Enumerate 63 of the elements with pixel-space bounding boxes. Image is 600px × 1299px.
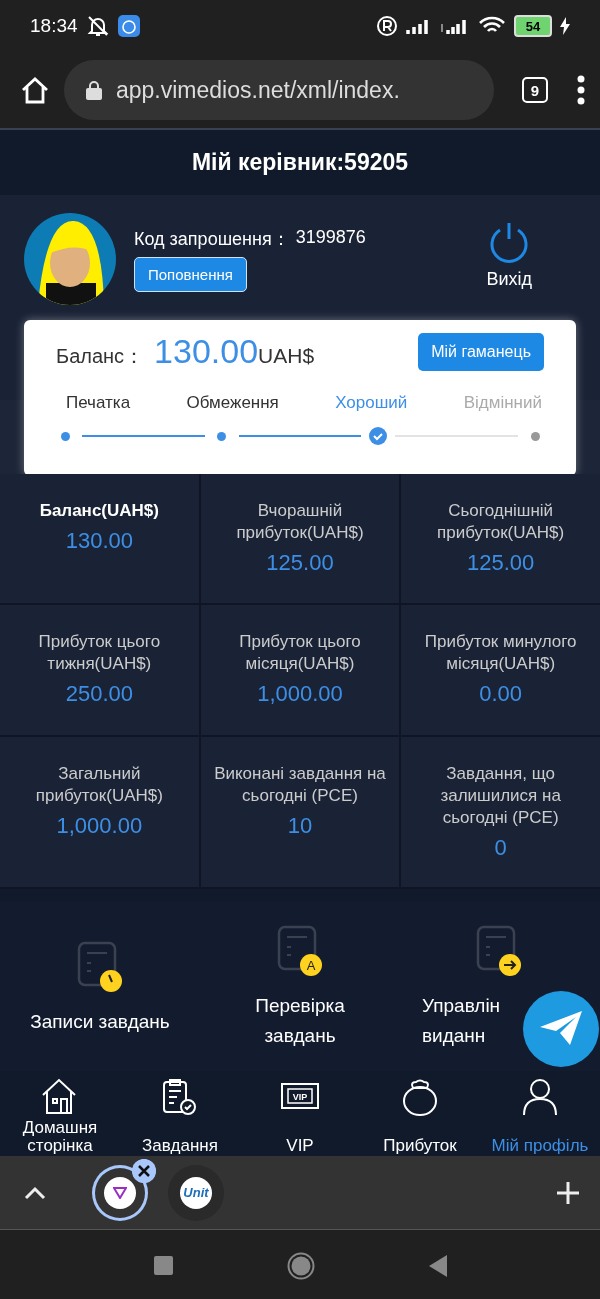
stat-title: Прибуток цього тижня(UAH$) [37, 631, 162, 675]
clock-time: 18:34 [30, 15, 78, 37]
step-label: Відмінний [463, 393, 542, 413]
stat-title: Прибуток минулого місяця(UAH$) [423, 631, 578, 675]
logout-button[interactable]: Вихід [486, 221, 532, 290]
back-icon[interactable] [428, 1254, 447, 1277]
tab-group-button[interactable] [92, 1164, 148, 1221]
registered-icon [376, 15, 398, 37]
home-button-icon[interactable] [286, 1251, 315, 1280]
stat-value: 130.00 [65, 528, 133, 554]
nav-tab[interactable]: Завдання [120, 1071, 240, 1156]
action-button[interactable]: A Перевірка завдань [200, 901, 400, 1071]
paper-plane-icon [540, 1011, 582, 1047]
clock-document-icon [77, 941, 123, 993]
page-title: Мій керівник:59205 [191, 149, 409, 176]
recents-icon[interactable] [153, 1256, 173, 1275]
action-button[interactable]: Записи завдань [0, 901, 200, 1071]
invite-code: 3199876 [295, 227, 366, 249]
invite-label: Код запрошення： [134, 228, 290, 251]
stat-value: 10 [287, 813, 313, 839]
stat-value: 0 [494, 835, 507, 861]
stat-title: Сьогоднішній прибуток(UAH$) [436, 500, 566, 544]
nav-tab[interactable]: Мій профіль [480, 1071, 600, 1156]
muted-bell-icon [85, 14, 110, 38]
stat-title: Загальний прибуток(UAH$) [34, 763, 164, 807]
person-icon [520, 1077, 560, 1117]
stat-value: 1,000.00 [56, 813, 143, 839]
balance-amount: 130.00 [154, 332, 259, 371]
close-icon[interactable] [132, 1158, 156, 1183]
stat-title: Вчорашній прибуток(UAH$) [235, 500, 365, 544]
nav-tab[interactable]: Домашня сторінка [0, 1071, 120, 1156]
nav-tab[interactable]: VIP VIP [240, 1071, 360, 1156]
stat-value: 250.00 [65, 681, 133, 707]
bag-icon [400, 1077, 440, 1117]
stat-value: 125.00 [467, 550, 535, 576]
chevron-up-icon[interactable] [24, 1185, 46, 1200]
nav-tab[interactable]: Прибуток [360, 1071, 480, 1156]
stat-title: Баланс(UAH$) [39, 500, 159, 522]
balance-label: Баланс： [56, 344, 145, 369]
action-button[interactable]: Управлін виданн [400, 901, 600, 1071]
step-label: Печатка [66, 393, 131, 413]
address-bar[interactable]: app.vimedios.net/xml/index. [64, 60, 494, 120]
tab-count-button[interactable]: 9 [522, 77, 548, 103]
stat-value: 1,000.00 [257, 681, 343, 707]
step-label: Хороший [335, 393, 408, 413]
stat-value: 0.00 [479, 681, 523, 707]
home-icon[interactable] [20, 75, 50, 105]
step-label: Обмеження [186, 393, 279, 413]
menu-icon[interactable] [576, 75, 586, 105]
lock-icon [86, 80, 102, 100]
stat-title: Завдання, що залишилися на сьогодні (PCE) [439, 763, 562, 829]
currency-label: UAH$ [258, 344, 315, 368]
wallet-button[interactable]: Мій гаманець [418, 332, 544, 371]
top-up-button[interactable]: Поповнення [134, 257, 247, 292]
stat-title: Виконані завдання на сьогодні (PCE) [213, 763, 387, 807]
plus-icon[interactable] [556, 1180, 580, 1205]
stat-title: Прибуток цього місяця(UAH$) [238, 631, 362, 675]
battery-icon: 54 [514, 15, 552, 37]
charging-icon [560, 17, 570, 35]
arrow-document-icon [476, 925, 522, 977]
tab-group-button[interactable]: Unit [168, 1164, 224, 1221]
stat-value: 125.00 [266, 550, 334, 576]
app-icon [117, 15, 140, 37]
